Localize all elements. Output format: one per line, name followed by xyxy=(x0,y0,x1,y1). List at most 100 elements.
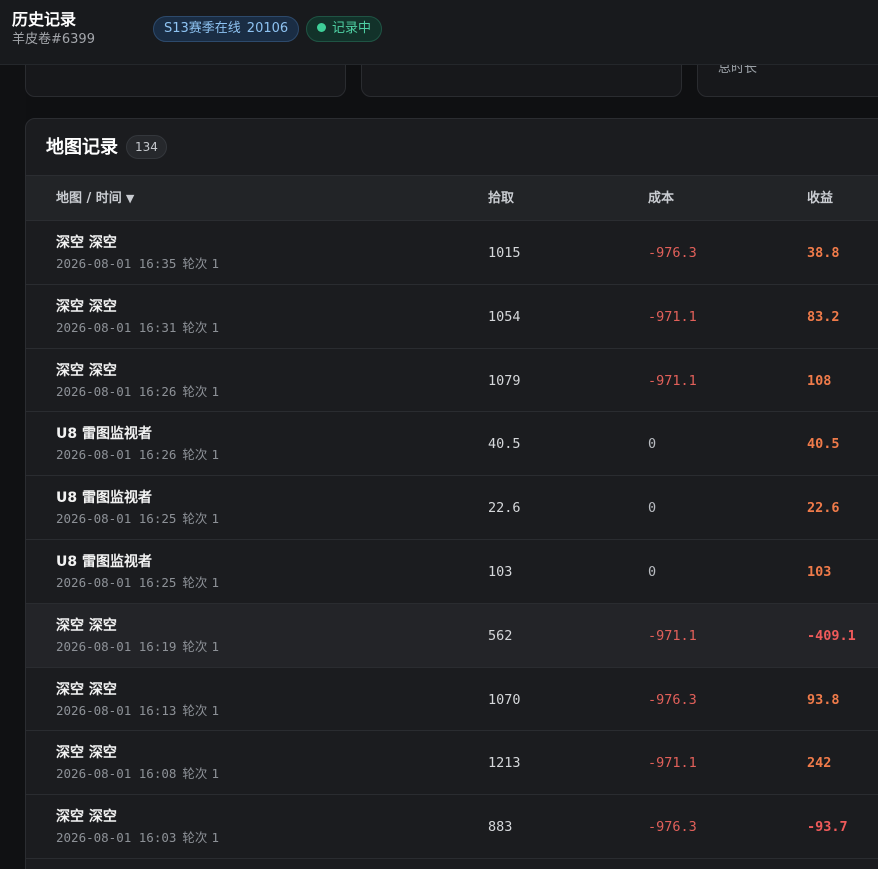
row-cost: -971.1 xyxy=(648,308,697,325)
row-round-label: 轮次 xyxy=(182,830,208,846)
row-map-name: 深空 深空 xyxy=(56,362,117,379)
row-time: 2026-08-01 16:25 xyxy=(56,574,177,590)
column-header-map-time[interactable]: 地图 / 时间 ▼ xyxy=(56,191,134,207)
season-count: 20106 xyxy=(246,21,289,36)
row-meta: 2026-08-01 16:26 轮次 1 xyxy=(56,446,219,464)
row-pickup: 562 xyxy=(488,627,513,644)
row-pickup: 1079 xyxy=(488,372,521,389)
row-profit: 242 xyxy=(807,755,832,772)
row-time: 2026-08-01 16:35 xyxy=(56,256,177,271)
row-round-number: 1 xyxy=(211,383,219,399)
column-header-cost[interactable]: 成本 xyxy=(648,191,674,207)
row-meta: 2026-08-01 16:31 轮次 1 xyxy=(56,319,219,337)
app-window: 总时长 历史记录 羊皮卷#6399 S13赛季在线 20106 记录中 地图记录 … xyxy=(0,0,878,869)
row-round-label: 轮次 xyxy=(182,574,208,590)
row-round-label: 轮次 xyxy=(182,447,208,463)
row-profit: 108 xyxy=(807,372,832,389)
table-row[interactable]: 深空 深空 2026-08-01 16:31 轮次 1 1054 -971.1 83.2 xyxy=(26,285,878,349)
row-map-name: U8 雷图监视者 xyxy=(56,426,152,443)
row-cost: -971.1 xyxy=(648,372,697,389)
row-round-number: 1 xyxy=(211,702,219,718)
row-map-name: 深空 深空 xyxy=(56,617,117,634)
sort-desc-icon[interactable]: ▼ xyxy=(126,191,134,207)
row-map-name: 深空 深空 xyxy=(56,809,117,826)
row-round-label: 轮次 xyxy=(182,702,208,718)
row-meta: 2026-08-01 16:03 轮次 1 xyxy=(56,829,219,847)
row-time: 2026-08-01 16:31 xyxy=(56,319,177,335)
row-profit: 83.2 xyxy=(807,308,840,325)
page-subtitle: 羊皮卷#6399 xyxy=(12,32,95,47)
row-pickup: 103 xyxy=(488,563,513,580)
table-row[interactable]: 深空 深空 2026-08-01 16:08 轮次 1 1213 -971.1 242 xyxy=(26,731,878,796)
row-cost: 0 xyxy=(648,436,657,453)
table-row[interactable]: 深空 深空 2026-08-01 16:35 轮次 1 1015 -976.3 38.8 xyxy=(26,221,878,285)
table-row[interactable]: U8 雷图监视者 2026-08-01 16:26 轮次 1 40.5 0 40.5 xyxy=(26,412,878,477)
row-round-number: 1 xyxy=(211,638,219,654)
row-meta: 2026-08-01 16:26 轮次 1 xyxy=(56,383,219,401)
row-meta: 2026-08-01 16:13 轮次 1 xyxy=(56,702,219,720)
row-cost: -971.1 xyxy=(648,627,697,644)
row-cost: 0 xyxy=(648,500,657,517)
row-profit: 93.8 xyxy=(807,691,840,708)
table-row[interactable]: U8 雷图监视者 2026-08-01 16:25 轮次 1 22.6 0 22.6 xyxy=(26,476,878,540)
recording-dot-icon xyxy=(317,23,326,32)
table-header: 地图 / 时间 ▼ 拾取 成本 收益 xyxy=(26,175,878,221)
panel-header: 地图记录 134 xyxy=(26,119,878,175)
row-cost: -976.3 xyxy=(648,245,697,261)
page-title: 历史记录 xyxy=(12,10,77,29)
row-round-label: 轮次 xyxy=(182,383,208,399)
row-round-number: 1 xyxy=(211,574,219,590)
row-meta: 2026-08-01 16:19 轮次 1 xyxy=(56,638,219,656)
row-map-name: 深空 深空 xyxy=(56,745,117,762)
row-meta: 2026-08-01 16:35 轮次 1 xyxy=(56,255,219,273)
row-time: 2026-08-01 16:26 xyxy=(56,383,177,399)
row-time: 2026-08-01 16:25 xyxy=(56,511,177,527)
row-pickup: 883 xyxy=(488,819,513,836)
table-row[interactable]: 深空 深空 2026-08-01 16:03 轮次 1 883 -976.3 -93.7 xyxy=(26,795,878,859)
row-pickup: 1015 xyxy=(488,245,521,261)
row-round-label: 轮次 xyxy=(182,319,208,335)
row-cost: 0 xyxy=(648,563,657,580)
row-cost: -971.1 xyxy=(648,755,697,772)
table-row[interactable]: 深空 深空 2026-08-01 16:13 轮次 1 1070 -976.3 93.8 xyxy=(26,668,878,732)
season-online-badge: S13赛季在线 20106 xyxy=(153,16,300,42)
row-cost: -976.3 xyxy=(648,819,697,836)
column-header-profit[interactable]: 收益 xyxy=(807,191,833,207)
row-round-number: 1 xyxy=(211,766,219,782)
row-profit: 103 xyxy=(807,563,832,580)
row-profit: -93.7 xyxy=(807,819,848,836)
top-bar: 历史记录 羊皮卷#6399 S13赛季在线 20106 记录中 xyxy=(0,0,878,65)
row-round-number: 1 xyxy=(211,256,219,271)
left-rail xyxy=(0,0,26,869)
row-meta: 2026-08-01 16:08 轮次 1 xyxy=(56,765,219,783)
row-time: 2026-08-01 16:13 xyxy=(56,702,177,718)
row-profit: 40.5 xyxy=(807,436,840,453)
row-round-label: 轮次 xyxy=(182,511,208,527)
row-time: 2026-08-01 16:08 xyxy=(56,766,177,782)
row-round-label: 轮次 xyxy=(182,256,208,271)
row-map-name: U8 雷图监视者 xyxy=(56,553,152,570)
table-row[interactable]: 深空 深空 2026-08-01 16:19 轮次 1 562 -971.1 -409.1 xyxy=(26,603,878,668)
row-round-label: 轮次 xyxy=(182,766,208,782)
column-header-map-time-label: 地图 / 时间 xyxy=(56,191,122,206)
row-map-name: U8 雷图监视者 xyxy=(56,490,152,507)
row-map-name: 深空 深空 xyxy=(56,235,117,251)
row-round-number: 1 xyxy=(211,447,219,463)
row-map-name: 深空 深空 xyxy=(56,681,117,698)
row-pickup: 1054 xyxy=(488,308,521,325)
row-round-label: 轮次 xyxy=(182,638,208,654)
row-meta: 2026-08-01 16:25 轮次 1 xyxy=(56,574,219,592)
table-row[interactable]: 深空 深空 2026-08-01 16:26 轮次 1 1079 -971.1 108 xyxy=(26,349,878,413)
recording-status-badge[interactable]: 记录中 xyxy=(306,16,383,42)
recording-label: 记录中 xyxy=(332,21,372,36)
column-header-pickup[interactable]: 拾取 xyxy=(488,191,514,207)
row-pickup: 1070 xyxy=(488,691,521,708)
row-pickup: 22.6 xyxy=(488,500,521,517)
row-profit: 22.6 xyxy=(807,500,840,517)
map-records-panel: 地图记录 134 地图 / 时间 ▼ 拾取 成本 收益 深空 深空 2026-08-… xyxy=(25,118,878,869)
row-pickup: 40.5 xyxy=(488,436,521,453)
record-count-badge: 134 xyxy=(126,135,167,159)
row-map-name: 深空 深空 xyxy=(56,298,117,315)
row-meta: 2026-08-01 16:25 轮次 1 xyxy=(56,510,219,528)
table-row[interactable]: U8 雷图监视者 2026-08-01 16:25 轮次 1 103 0 103 xyxy=(26,540,878,604)
